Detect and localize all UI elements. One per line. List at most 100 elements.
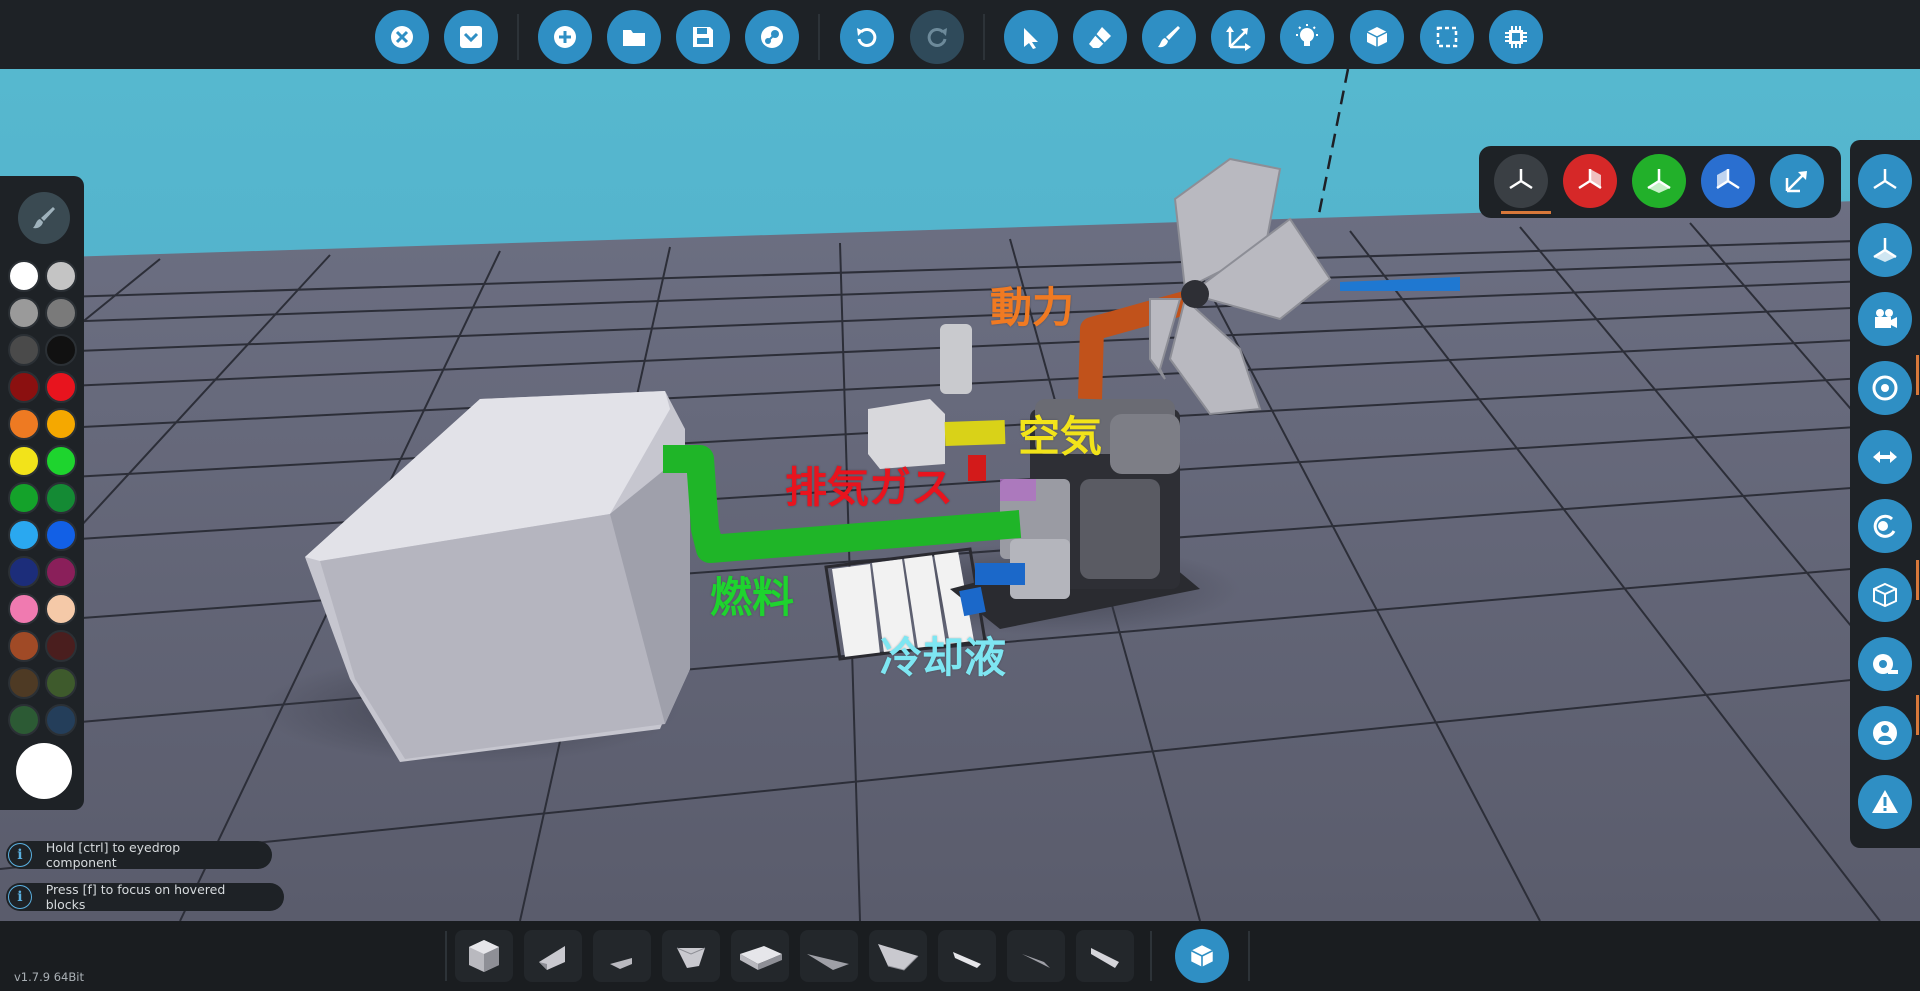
view-x-button[interactable] — [1563, 154, 1617, 208]
slab-block-button[interactable] — [731, 930, 789, 982]
color-swatch[interactable] — [45, 445, 77, 477]
color-swatch[interactable] — [8, 371, 40, 403]
chip-icon — [1505, 26, 1527, 48]
undo-button[interactable] — [840, 10, 894, 64]
flat-wedge-block-icon — [610, 958, 632, 969]
microprocessor-button[interactable] — [1489, 10, 1543, 64]
view-y-button[interactable] — [1632, 154, 1686, 208]
color-swatch[interactable] — [45, 630, 77, 662]
arrows-icon — [1873, 451, 1897, 463]
tape-measure-button[interactable] — [1858, 637, 1912, 691]
cube-icon — [1366, 27, 1388, 47]
erase-button[interactable] — [1073, 10, 1127, 64]
undo-icon — [857, 27, 877, 47]
expand-icon — [1785, 171, 1807, 193]
select-area-button[interactable] — [1420, 10, 1474, 64]
color-swatch[interactable] — [8, 408, 40, 440]
color-swatch[interactable] — [45, 593, 77, 625]
color-swatch[interactable] — [45, 371, 77, 403]
lights-button[interactable] — [1280, 10, 1334, 64]
redo-button[interactable] — [910, 10, 964, 64]
color-swatch[interactable] — [45, 704, 77, 736]
color-swatch[interactable] — [8, 482, 40, 514]
hint-focus: i Press [f] to focus on hovered blocks — [6, 882, 284, 912]
paint-button[interactable] — [1142, 10, 1196, 64]
small-wedge-block-button[interactable] — [938, 930, 996, 982]
spike-block-button[interactable] — [1007, 930, 1065, 982]
color-swatch[interactable] — [8, 297, 40, 329]
axis-x-icon — [1578, 169, 1602, 190]
warning-icon — [1872, 790, 1898, 813]
collapse-button[interactable] — [444, 10, 498, 64]
select-button[interactable] — [1004, 10, 1058, 64]
box-icon — [1873, 582, 1897, 608]
target-button[interactable] — [1858, 361, 1912, 415]
color-swatch[interactable] — [45, 482, 77, 514]
color-swatch[interactable] — [8, 667, 40, 699]
save-button[interactable] — [676, 10, 730, 64]
eraser-icon — [1089, 27, 1111, 48]
color-swatch[interactable] — [8, 334, 40, 366]
open-button[interactable] — [607, 10, 661, 64]
color-swatch[interactable] — [8, 519, 40, 551]
slab-block-icon — [740, 946, 782, 970]
close-button[interactable] — [375, 10, 429, 64]
view-axis-selector — [1479, 146, 1841, 218]
block-toolbar: v1.7.9 64Bit — [0, 921, 1920, 991]
person-button[interactable] — [1858, 706, 1912, 760]
save-icon — [693, 27, 713, 47]
axes-filled-button[interactable] — [1858, 223, 1912, 277]
label-air: 空気 — [1018, 412, 1103, 461]
steam-button[interactable] — [745, 10, 799, 64]
axis-z-icon — [1716, 169, 1740, 190]
flat-wedge-block-button[interactable] — [593, 930, 651, 982]
pyramid-block-button[interactable] — [662, 930, 720, 982]
wedge-block-icon — [539, 946, 565, 970]
color-swatch[interactable] — [45, 334, 77, 366]
camera-button[interactable] — [1858, 292, 1912, 346]
color-swatch[interactable] — [45, 408, 77, 440]
move-button[interactable] — [1211, 10, 1265, 64]
small-wedge-block-icon — [953, 952, 981, 968]
view-free-button[interactable] — [1494, 154, 1548, 208]
wedge-block-button[interactable] — [524, 930, 582, 982]
angled-block-button[interactable] — [1076, 930, 1134, 982]
view-z-button[interactable] — [1701, 154, 1755, 208]
axes-icon — [1509, 169, 1533, 190]
warning-button[interactable] — [1858, 775, 1912, 829]
thin-wedge-block-button[interactable] — [800, 930, 858, 982]
view-expand-button[interactable] — [1770, 154, 1824, 208]
color-swatch[interactable] — [45, 556, 77, 588]
large-slab-block-button[interactable] — [869, 930, 927, 982]
large-slab-block-icon — [878, 944, 919, 971]
color-swatch[interactable] — [8, 445, 40, 477]
arrows-button[interactable] — [1858, 430, 1912, 484]
color-swatch[interactable] — [8, 556, 40, 588]
color-swatch[interactable] — [8, 630, 40, 662]
color-swatch[interactable] — [8, 593, 40, 625]
color-swatch[interactable] — [45, 297, 77, 329]
collapse-icon — [460, 26, 482, 48]
color-swatch[interactable] — [45, 260, 77, 292]
right-toolbar — [1850, 140, 1920, 848]
logic-block-button[interactable] — [1175, 929, 1229, 983]
info-icon: i — [8, 885, 32, 909]
color-swatch[interactable] — [8, 704, 40, 736]
box-button[interactable] — [1858, 568, 1912, 622]
brush-icon — [33, 207, 55, 229]
paint-mode-button[interactable] — [18, 192, 70, 244]
axes-view-button[interactable] — [1858, 154, 1912, 208]
new-button[interactable] — [538, 10, 592, 64]
current-color[interactable] — [16, 743, 72, 799]
color-swatch[interactable] — [45, 519, 77, 551]
cube-icon — [1190, 945, 1214, 967]
cube-block-button[interactable] — [455, 930, 513, 982]
color-swatch[interactable] — [45, 667, 77, 699]
version-label: v1.7.9 64Bit — [14, 970, 84, 984]
color-swatch[interactable] — [8, 260, 40, 292]
logic-button[interactable] — [1350, 10, 1404, 64]
rotate-button[interactable] — [1858, 499, 1912, 553]
axes-filled-icon — [1873, 238, 1897, 262]
label-power: 動力 — [990, 283, 1075, 332]
camera-icon — [1875, 309, 1897, 328]
